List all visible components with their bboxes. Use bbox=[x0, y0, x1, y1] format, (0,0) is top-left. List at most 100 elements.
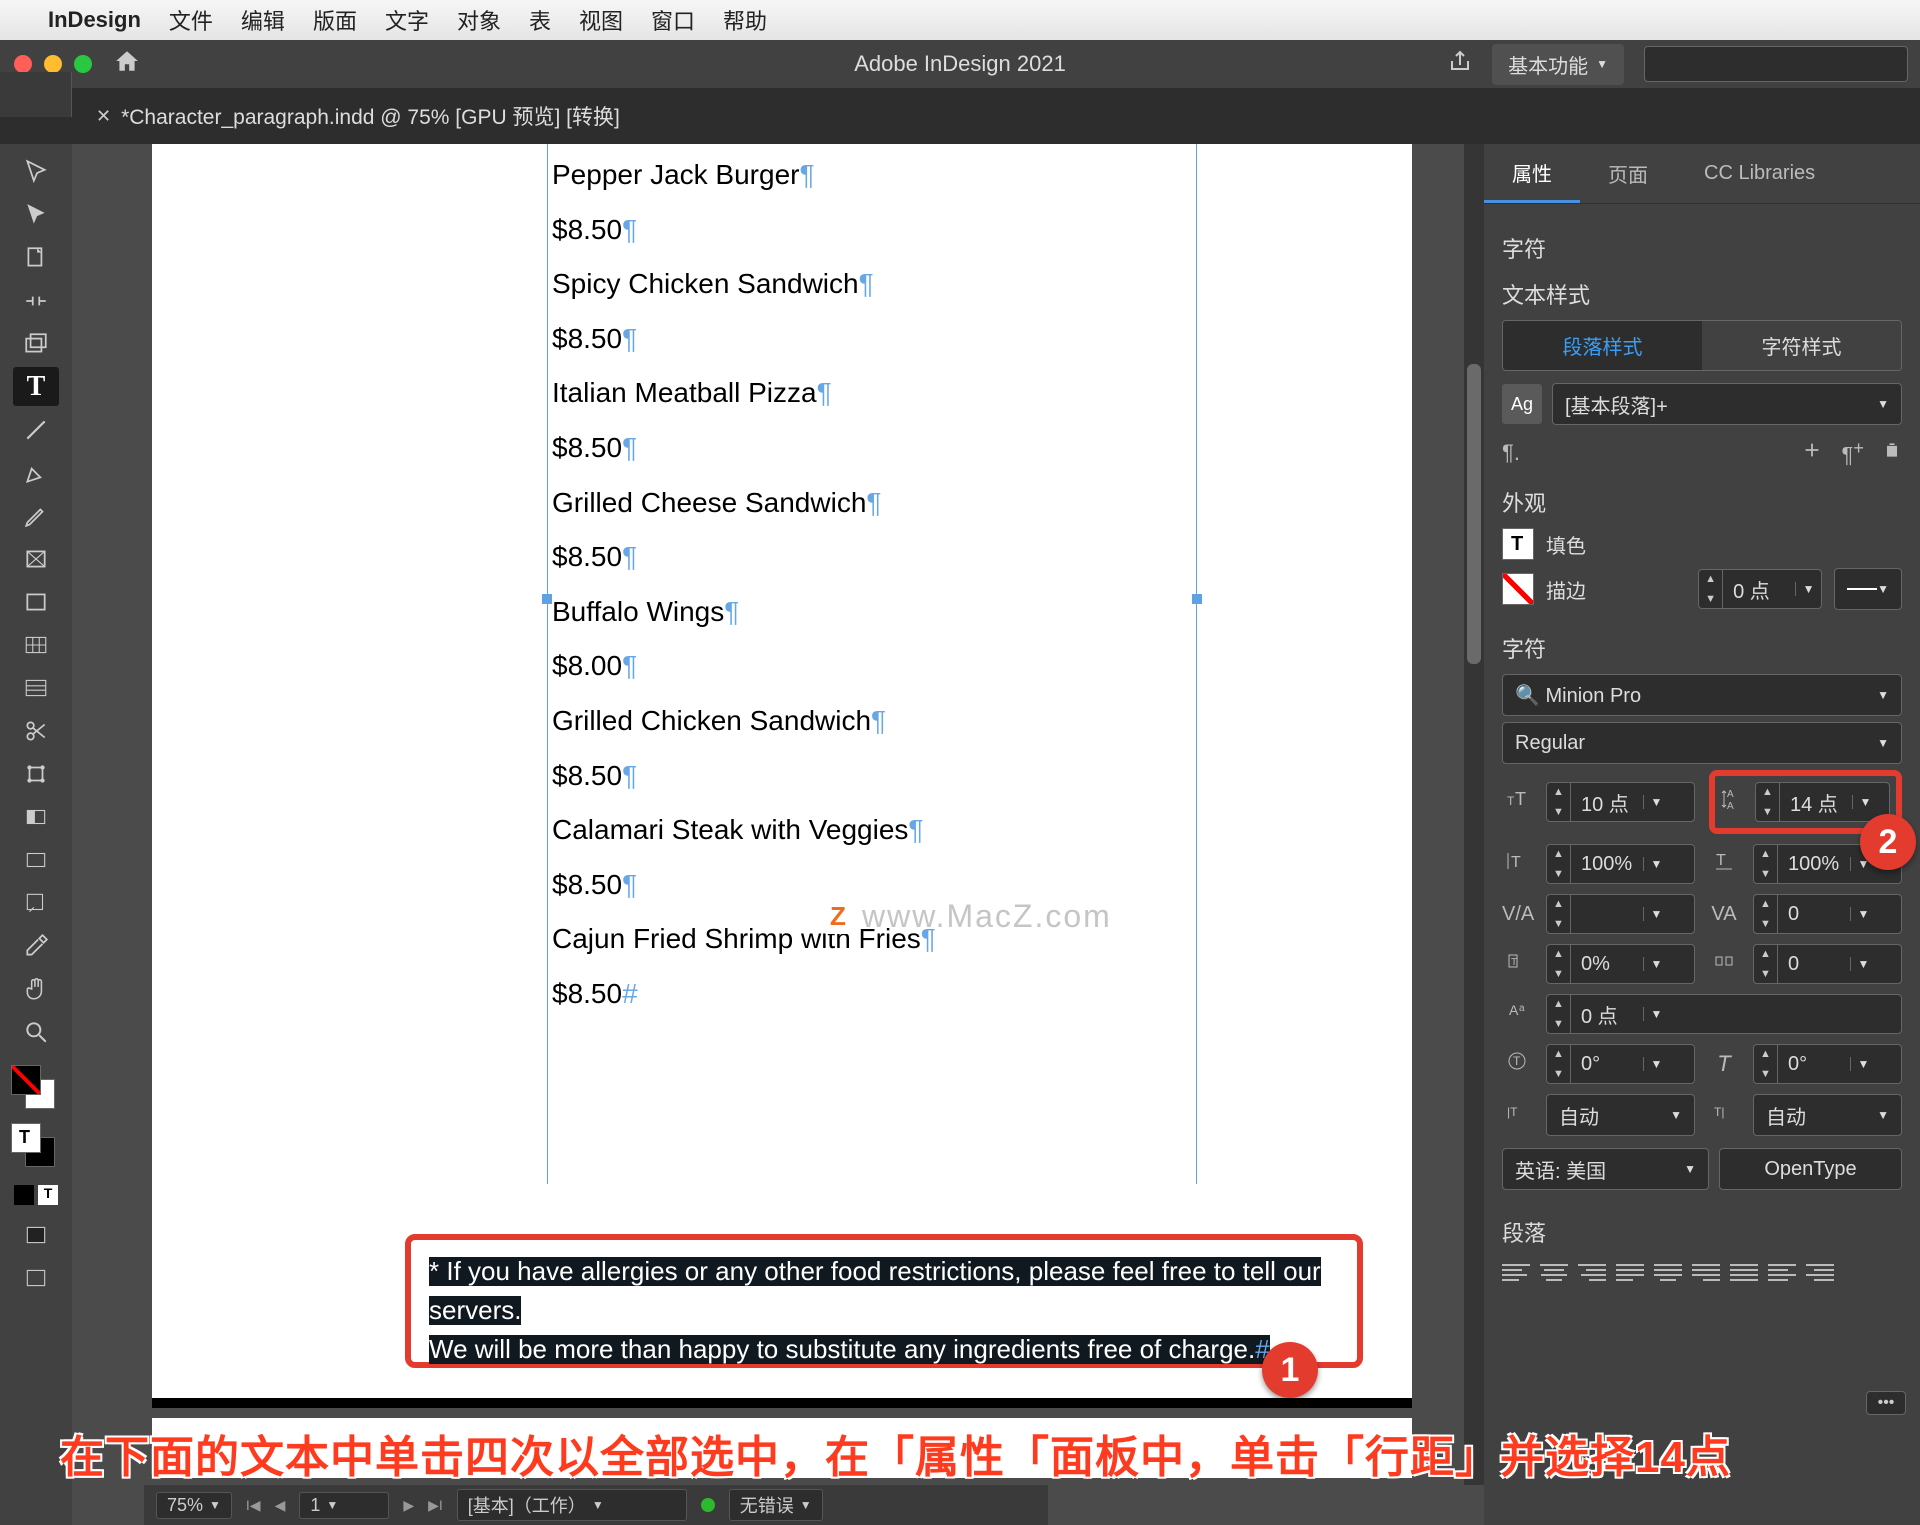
page-number-field[interactable]: 1▼ bbox=[299, 1492, 389, 1519]
text-fill-stroke-swatch[interactable]: T bbox=[11, 1123, 61, 1173]
new-style-icon[interactable] bbox=[1801, 439, 1823, 467]
selection-handle[interactable] bbox=[542, 594, 552, 604]
menu-view[interactable]: 视图 bbox=[579, 4, 623, 36]
apply-color-button[interactable] bbox=[14, 1185, 34, 1205]
zoom-tool[interactable] bbox=[13, 1012, 59, 1051]
font-size-input[interactable]: ▲▼10 点▼ bbox=[1546, 782, 1695, 822]
pilcrow-menu[interactable]: ¶. bbox=[1502, 440, 1520, 466]
footnote-text[interactable]: * If you have allergies or any other foo… bbox=[429, 1257, 1321, 1364]
hand-tool[interactable] bbox=[13, 969, 59, 1008]
scissors-tool[interactable] bbox=[13, 711, 59, 750]
apply-text-button[interactable]: T bbox=[38, 1185, 58, 1205]
justify-left-button[interactable] bbox=[1616, 1258, 1644, 1286]
menu-file[interactable]: 文件 bbox=[169, 4, 213, 36]
content-collector-tool[interactable] bbox=[13, 324, 59, 363]
menu-table[interactable]: 表 bbox=[529, 4, 551, 36]
tab-properties[interactable]: 属性 bbox=[1484, 144, 1580, 203]
view-mode-preview[interactable] bbox=[13, 1258, 59, 1297]
align-towards-spine-button[interactable] bbox=[1768, 1258, 1796, 1286]
menu-type[interactable]: 文字 bbox=[385, 4, 429, 36]
char-rotation-input[interactable]: ▲▼0°▼ bbox=[1546, 1044, 1695, 1084]
vertical-scrollbar[interactable] bbox=[1464, 144, 1484, 1485]
vertical-scale-input[interactable]: ▲▼100%▼ bbox=[1546, 844, 1695, 884]
stroke-weight-input[interactable]: ▲▼0 点▼ bbox=[1698, 569, 1822, 609]
prev-page-button[interactable]: ◀ bbox=[275, 1497, 286, 1514]
preflight-status[interactable]: 无错误▼ bbox=[729, 1489, 823, 1521]
type-tool[interactable]: T bbox=[13, 367, 59, 406]
workspace-selector[interactable]: 基本功能 ▼ bbox=[1492, 44, 1624, 85]
tab-cc-libraries[interactable]: CC Libraries bbox=[1676, 144, 1843, 203]
stroke-swatch[interactable] bbox=[1502, 573, 1534, 605]
gradient-swatch-tool[interactable] bbox=[13, 797, 59, 836]
justify-center-button[interactable] bbox=[1654, 1258, 1682, 1286]
pencil-tool[interactable] bbox=[13, 496, 59, 535]
clear-override-icon[interactable]: ¶+ bbox=[1841, 437, 1864, 468]
gap-tool[interactable] bbox=[13, 281, 59, 320]
tab-pages[interactable]: 页面 bbox=[1580, 144, 1676, 203]
font-style-select[interactable]: Regular▼ bbox=[1502, 722, 1902, 764]
opentype-button[interactable]: OpenType bbox=[1719, 1148, 1902, 1190]
minimize-window-button[interactable] bbox=[44, 55, 62, 73]
document-tab[interactable]: ✕ *Character_paragraph.indd @ 75% [GPU 预… bbox=[96, 101, 620, 131]
align-left-button[interactable] bbox=[1502, 1258, 1530, 1286]
aki-after-select[interactable]: 自动▼ bbox=[1753, 1094, 1902, 1136]
justify-all-button[interactable] bbox=[1730, 1258, 1758, 1286]
zoom-level-select[interactable]: 75%▼ bbox=[156, 1492, 232, 1519]
grid-tool[interactable] bbox=[13, 625, 59, 664]
view-mode-normal[interactable] bbox=[13, 1215, 59, 1254]
document-text[interactable]: Pepper Jack Burger¶ $8.50¶ Spicy Chicken… bbox=[552, 148, 1192, 1022]
menu-object[interactable]: 对象 bbox=[457, 4, 501, 36]
close-window-button[interactable] bbox=[14, 55, 32, 73]
fill-stroke-swatch[interactable] bbox=[11, 1065, 61, 1115]
zoom-window-button[interactable] bbox=[74, 55, 92, 73]
menu-help[interactable]: 帮助 bbox=[723, 4, 767, 36]
note-tool[interactable] bbox=[13, 883, 59, 922]
justify-right-button[interactable] bbox=[1692, 1258, 1720, 1286]
last-page-button[interactable]: ▶I bbox=[428, 1497, 443, 1514]
baseline-shift-input[interactable]: ▲▼0 点▼ bbox=[1546, 994, 1902, 1034]
free-transform-tool[interactable] bbox=[13, 754, 59, 793]
layer-select[interactable]: [基本]（工作）▼ bbox=[457, 1489, 687, 1521]
menubar-appname[interactable]: InDesign bbox=[48, 7, 141, 33]
menu-edit[interactable]: 编辑 bbox=[241, 4, 285, 36]
selection-tool[interactable] bbox=[13, 152, 59, 191]
subtab-character-style[interactable]: 字符样式 bbox=[1702, 321, 1901, 370]
help-search-input[interactable] bbox=[1644, 46, 1908, 82]
gradient-feather-tool[interactable] bbox=[13, 840, 59, 879]
footnote-selection-box[interactable]: * If you have allergies or any other foo… bbox=[405, 1234, 1363, 1368]
selection-handle[interactable] bbox=[1192, 594, 1202, 604]
aki-before-select[interactable]: 自动▼ bbox=[1546, 1094, 1695, 1136]
more-options-button[interactable]: ••• bbox=[1866, 1391, 1906, 1415]
canvas-area[interactable]: Pepper Jack Burger¶ $8.50¶ Spicy Chicken… bbox=[72, 144, 1484, 1525]
fill-swatch[interactable] bbox=[1502, 528, 1534, 560]
aki-input[interactable]: ▲▼0▼ bbox=[1753, 944, 1902, 984]
home-icon[interactable] bbox=[114, 48, 140, 81]
first-page-button[interactable]: I◀ bbox=[246, 1497, 261, 1514]
leading-input[interactable]: ▲▼14 点▼ bbox=[1755, 782, 1890, 822]
stroke-type-select[interactable]: ▼ bbox=[1834, 568, 1902, 610]
tsume-input[interactable]: ▲▼0%▼ bbox=[1546, 944, 1695, 984]
next-page-button[interactable]: ▶ bbox=[403, 1497, 414, 1514]
tracking-input[interactable]: ▲▼0▼ bbox=[1753, 894, 1902, 934]
horizontal-grid-tool[interactable] bbox=[13, 668, 59, 707]
align-away-spine-button[interactable] bbox=[1806, 1258, 1834, 1286]
kerning-input[interactable]: ▲▼▼ bbox=[1546, 894, 1695, 934]
menu-window[interactable]: 窗口 bbox=[651, 4, 695, 36]
align-center-button[interactable] bbox=[1540, 1258, 1568, 1286]
eyedropper-tool[interactable] bbox=[13, 926, 59, 965]
direct-selection-tool[interactable] bbox=[13, 195, 59, 234]
page-tool[interactable] bbox=[13, 238, 59, 277]
language-select[interactable]: 英语: 美国▼ bbox=[1502, 1148, 1709, 1190]
font-family-select[interactable]: 🔍 Minion Pro▼ bbox=[1502, 674, 1902, 716]
share-icon[interactable] bbox=[1448, 49, 1472, 80]
paragraph-style-select[interactable]: [基本段落]+▼ bbox=[1552, 383, 1902, 425]
subtab-paragraph-style[interactable]: 段落样式 bbox=[1503, 321, 1702, 370]
align-right-button[interactable] bbox=[1578, 1258, 1606, 1286]
skew-input[interactable]: ▲▼0°▼ bbox=[1753, 1044, 1902, 1084]
menu-layout[interactable]: 版面 bbox=[313, 4, 357, 36]
delete-style-icon[interactable] bbox=[1882, 440, 1902, 466]
rectangle-tool[interactable] bbox=[13, 582, 59, 621]
pen-tool[interactable] bbox=[13, 453, 59, 492]
rectangle-frame-tool[interactable] bbox=[13, 539, 59, 578]
close-tab-icon[interactable]: ✕ bbox=[96, 106, 111, 127]
